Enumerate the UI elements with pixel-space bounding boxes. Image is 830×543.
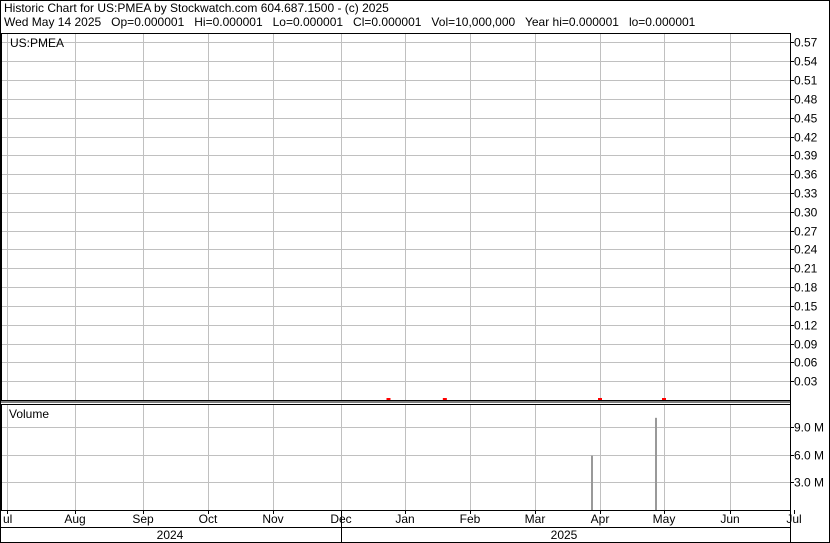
volume-bar	[655, 417, 657, 510]
month-label: Oct	[199, 512, 218, 526]
month-label: Aug	[64, 512, 85, 526]
month-label: ul	[3, 512, 12, 526]
price-tick-label: 0.39	[794, 149, 818, 163]
price-tick-label: 0.45	[794, 112, 818, 126]
price-tick-label: 0.06	[794, 356, 818, 370]
price-axis-labels: 0.57 0.54 0.51 0.48 0.45 0.42 0.39 0.36 0.33 0.30…	[794, 36, 818, 389]
price-tick-label: 0.03	[794, 375, 818, 389]
year-axis-labels: 2024 2025	[157, 528, 578, 542]
price-tick-label: 0.33	[794, 187, 818, 201]
price-point	[442, 397, 447, 400]
month-label: Mar	[525, 512, 546, 526]
price-tick-label: 0.27	[794, 225, 818, 239]
month-axis-labels: ul Aug Sep Oct Nov Dec Jan Feb Mar Apr May Jun Jul	[3, 510, 802, 526]
volume-bar	[591, 455, 593, 510]
price-point	[386, 397, 391, 400]
price-tick-label: 0.51	[794, 74, 818, 88]
price-point	[598, 397, 602, 400]
price-tick-label: 0.57	[794, 36, 818, 50]
price-tick-label: 0.36	[794, 168, 818, 182]
year-label: 2024	[157, 528, 184, 542]
chart-frame	[0, 0, 830, 543]
month-label: Nov	[262, 512, 283, 526]
month-label: Jun	[720, 512, 739, 526]
month-label: Jul	[786, 512, 801, 526]
volume-tick-label: 3.0 M	[794, 476, 824, 490]
price-panel-border	[1, 33, 791, 401]
year-label: 2025	[551, 528, 578, 542]
price-tick-label: 0.24	[794, 243, 818, 257]
month-label: Apr	[591, 512, 610, 526]
month-label: Dec	[330, 512, 351, 526]
price-tick-label: 0.42	[794, 131, 818, 145]
volume-panel-title: Volume	[9, 407, 49, 421]
price-tick-label: 0.48	[794, 93, 818, 107]
price-tick-label: 0.21	[794, 262, 818, 276]
price-tick-label: 0.15	[794, 300, 818, 314]
price-tick-label: 0.54	[794, 55, 818, 69]
month-label: May	[653, 512, 676, 526]
price-point	[662, 397, 666, 400]
price-tick-label: 0.18	[794, 281, 818, 295]
price-panel-title: US:PMEA	[10, 36, 64, 50]
price-tick-label: 0.09	[794, 338, 818, 352]
month-label: Sep	[132, 512, 154, 526]
volume-axis-labels: 9.0 M 6.0 M 3.0 M	[794, 421, 824, 490]
stock-chart: 0.57 0.54 0.51 0.48 0.45 0.42 0.39 0.36 0.33 0.30…	[0, 0, 830, 543]
month-label: Feb	[460, 512, 481, 526]
month-label: Jan	[395, 512, 414, 526]
volume-tick-label: 9.0 M	[794, 421, 824, 435]
price-tick-label: 0.30	[794, 206, 818, 220]
price-tick-label: 0.12	[794, 319, 818, 333]
volume-panel-border	[1, 404, 791, 511]
volume-tick-label: 6.0 M	[794, 449, 824, 463]
